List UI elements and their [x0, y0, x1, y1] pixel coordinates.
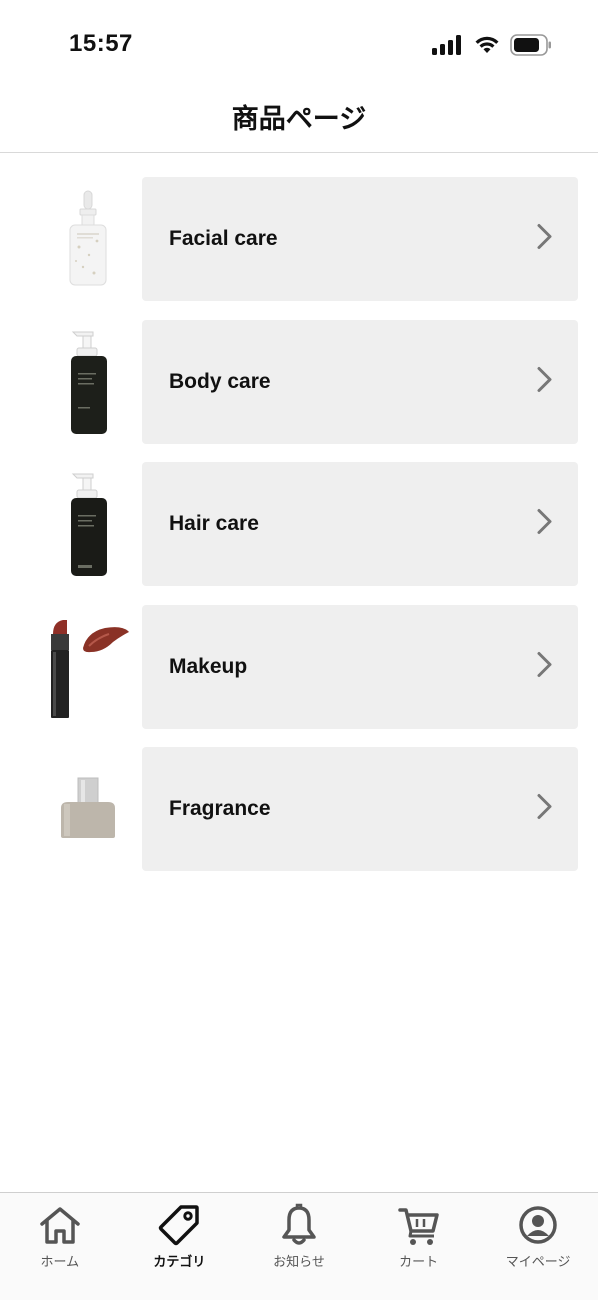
tab-label: カート	[399, 1255, 439, 1270]
tag-icon	[157, 1203, 201, 1247]
category-row-hair-care: Hair care	[0, 462, 598, 586]
tab-label: マイページ	[505, 1255, 571, 1270]
tab-cart[interactable]: カート	[359, 1193, 479, 1300]
category-label: Hair care	[169, 512, 259, 535]
category-label: Makeup	[169, 654, 248, 678]
category-row-fragrance: Fragrance	[0, 747, 598, 871]
perfume-bottle-image	[40, 747, 136, 871]
lipstick-image	[40, 605, 136, 729]
tab-home[interactable]: ホーム	[0, 1193, 120, 1300]
wifi-icon	[474, 35, 500, 55]
status-bar: 15:57	[0, 0, 598, 80]
category-row-body-care: Body care	[0, 319, 598, 444]
category-label: Fragrance	[169, 797, 271, 820]
home-icon	[38, 1203, 82, 1247]
bell-icon	[279, 1203, 319, 1247]
page-title: 商品ページ	[231, 103, 367, 135]
pump-bottle-image	[40, 462, 136, 586]
category-label: Body care	[169, 369, 271, 393]
pump-bottle-image	[40, 320, 136, 444]
category-facial-care-button[interactable]: Facial care	[142, 177, 578, 301]
cellular-signal-icon	[432, 35, 464, 55]
bottom-tab-bar: ホーム カテゴリ お知らせ カート マイページ	[0, 1192, 598, 1300]
tab-mypage[interactable]: マイページ	[478, 1193, 598, 1300]
category-body-care-button[interactable]: Body care	[142, 319, 578, 444]
chevron-right-icon	[536, 650, 554, 683]
category-row-facial-care: Facial care	[0, 177, 598, 301]
cart-icon	[397, 1203, 441, 1247]
category-hair-care-button[interactable]: Hair care	[142, 462, 578, 586]
user-circle-icon	[517, 1203, 559, 1247]
tab-label: ホーム	[40, 1255, 80, 1270]
page-header: 商品ページ	[0, 80, 598, 153]
category-label: Facial care	[169, 227, 278, 250]
chevron-right-icon	[536, 508, 554, 541]
status-time: 15:57	[69, 30, 133, 57]
tab-label: カテゴリ	[153, 1255, 206, 1270]
tab-notifications[interactable]: お知らせ	[239, 1193, 359, 1300]
status-icons	[432, 34, 552, 56]
category-makeup-button[interactable]: Makeup	[142, 604, 578, 729]
tab-label: お知らせ	[273, 1255, 325, 1270]
chevron-right-icon	[536, 365, 554, 398]
battery-icon	[510, 34, 552, 56]
category-fragrance-button[interactable]: Fragrance	[142, 747, 578, 871]
category-row-makeup: Makeup	[0, 604, 598, 729]
serum-bottle-image	[40, 177, 136, 301]
chevron-right-icon	[536, 793, 554, 826]
chevron-right-icon	[536, 223, 554, 256]
tab-category[interactable]: カテゴリ	[120, 1193, 240, 1300]
category-list: Facial care Body care Hair care Makeup F…	[0, 177, 598, 890]
